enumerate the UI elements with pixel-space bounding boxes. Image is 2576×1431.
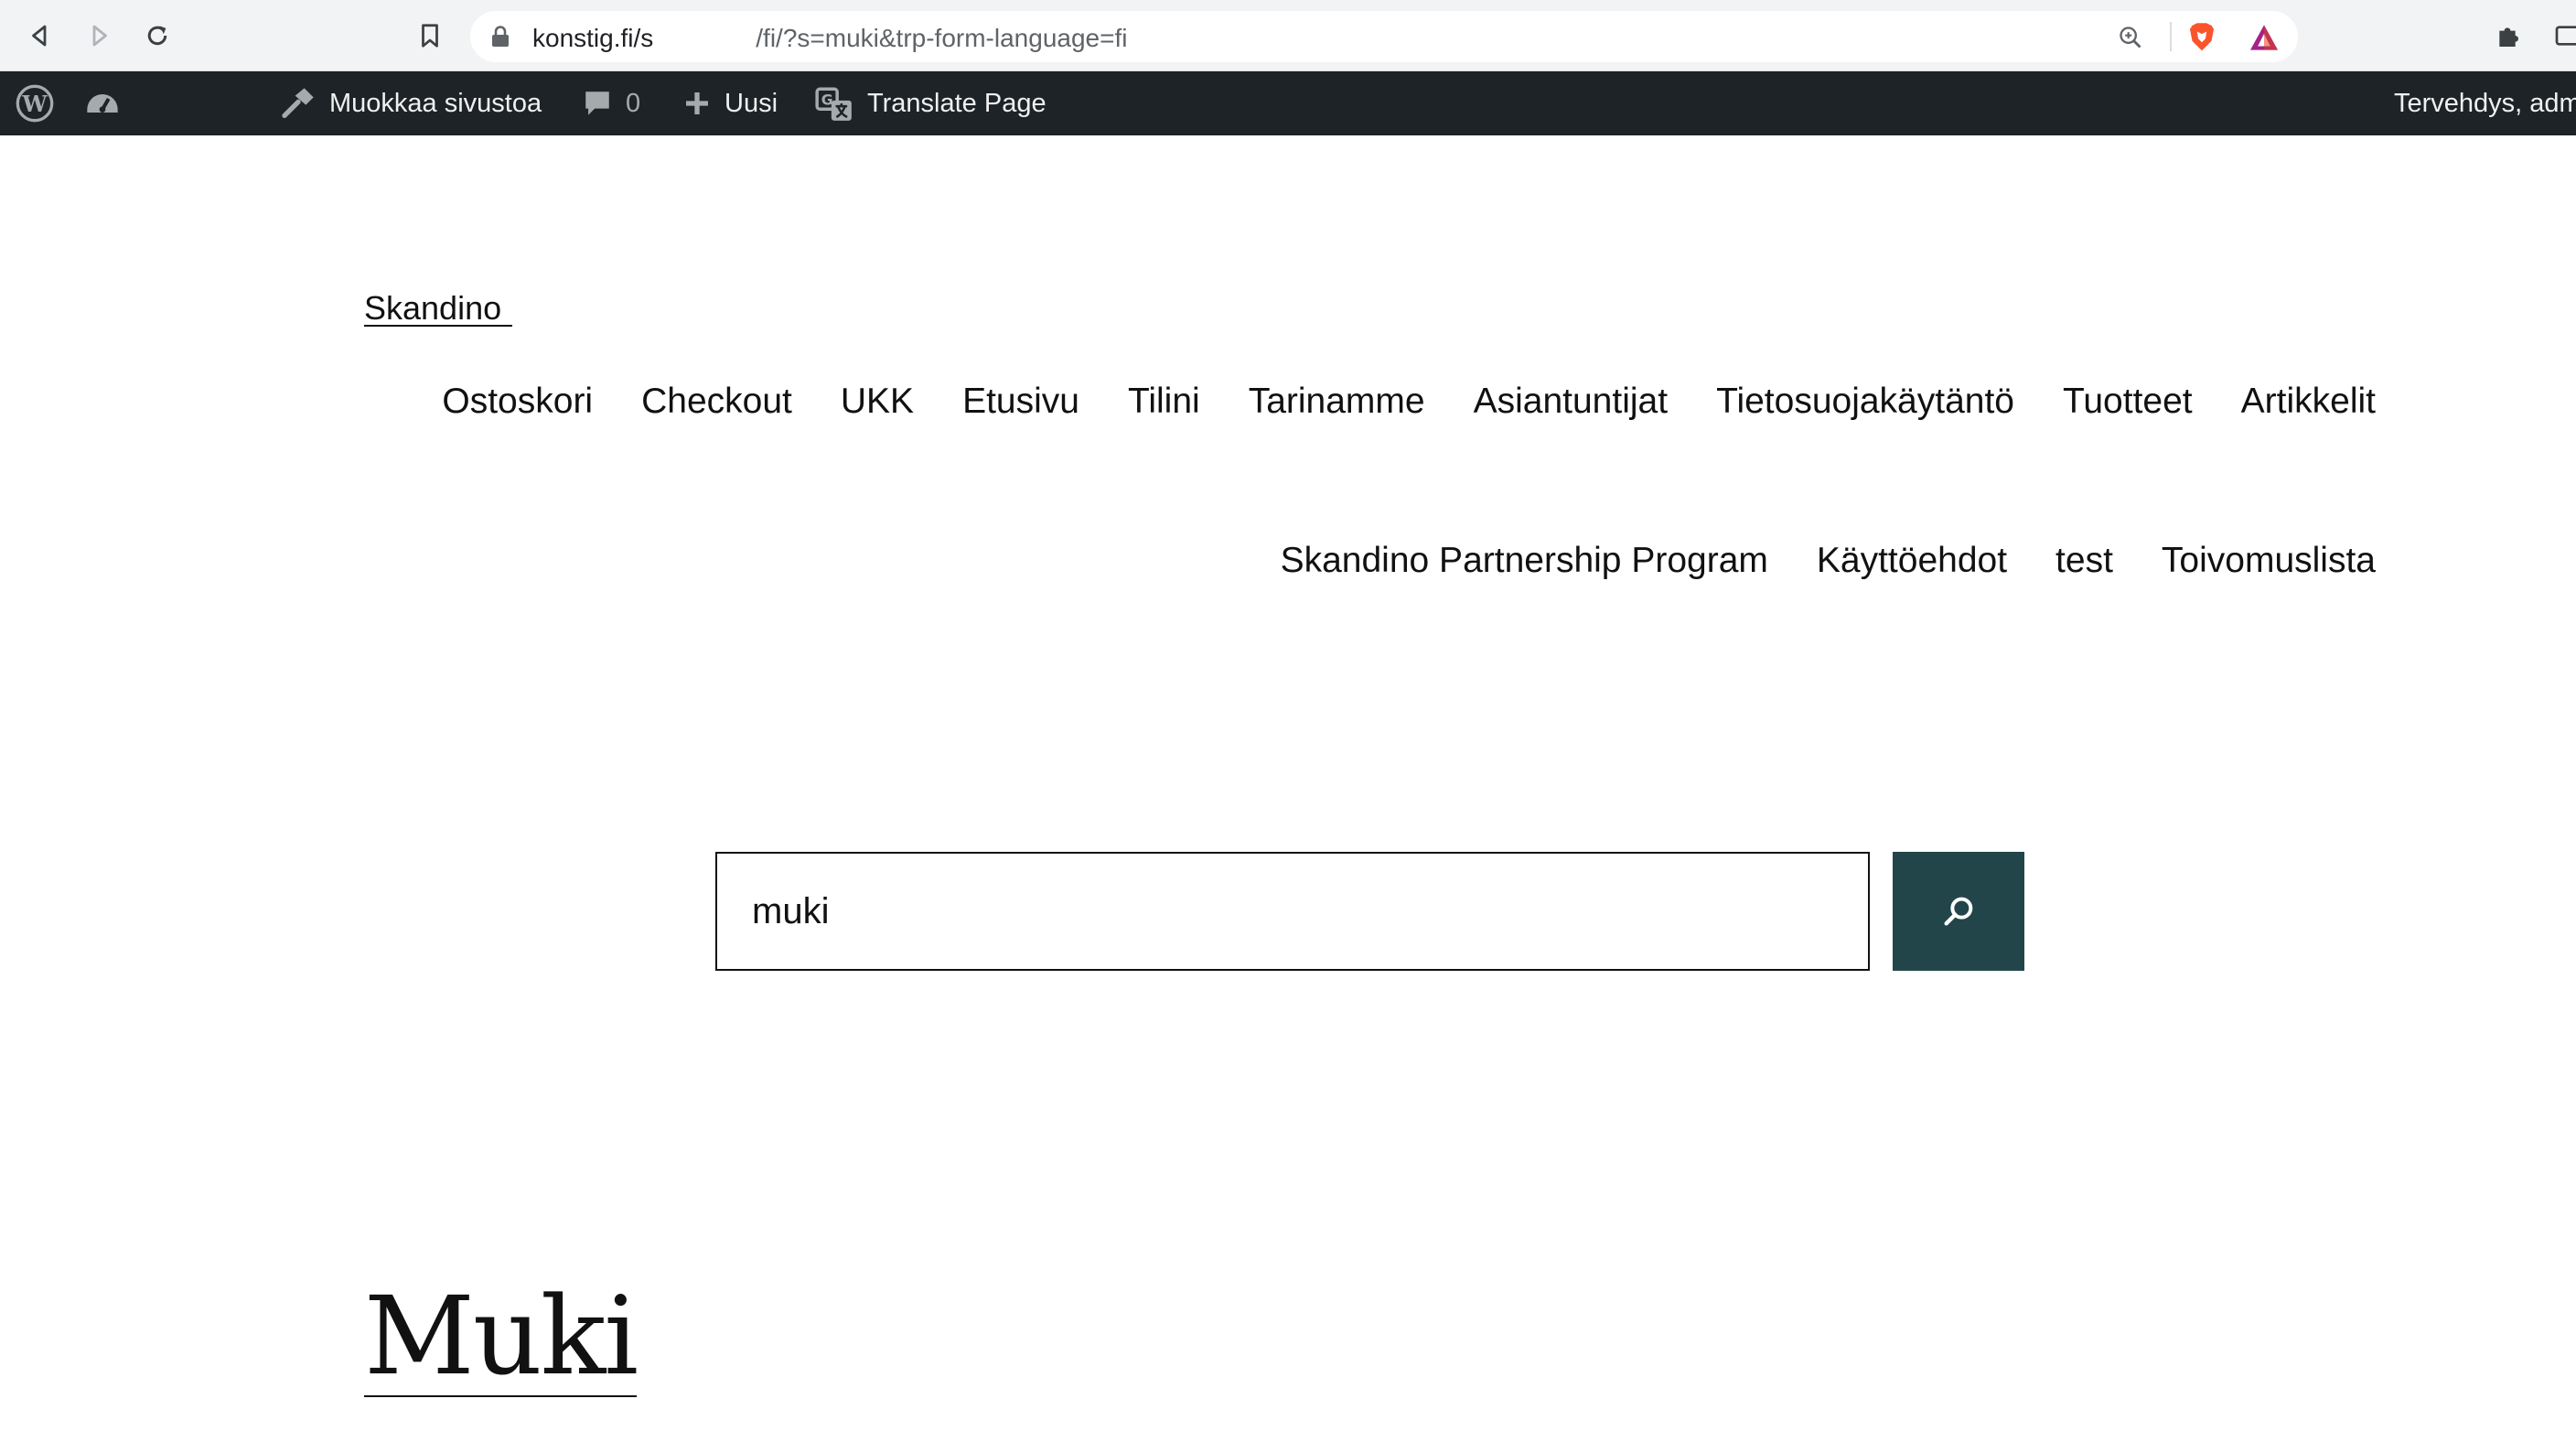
nav-item-toivomuslista[interactable]: Toivomuslista <box>2162 534 2376 587</box>
bookmark-icon <box>422 24 438 48</box>
translate-page-link[interactable]: G Translate Page <box>814 71 1046 135</box>
back-button[interactable] <box>17 13 63 59</box>
search-input[interactable] <box>715 852 1870 971</box>
lock-icon <box>492 26 509 47</box>
bookmark-button[interactable] <box>407 13 453 59</box>
window-button[interactable] <box>2549 16 2576 55</box>
nav-item-ukk[interactable]: UKK <box>841 375 914 428</box>
brave-rewards-button[interactable] <box>2249 22 2280 53</box>
search-submit-button[interactable] <box>1893 852 2024 971</box>
address-bar[interactable]: konstig.fi/s/fi/?s=muki&trp-form-languag… <box>470 11 2298 62</box>
plus-icon <box>686 92 708 114</box>
nav-item-tietosuojakaytanto[interactable]: Tietosuojakäytäntö <box>1716 375 2014 428</box>
forward-arrow-icon <box>92 25 107 47</box>
dashboard-button[interactable] <box>84 71 121 135</box>
back-arrow-icon <box>32 25 47 47</box>
svg-text:G: G <box>821 91 833 109</box>
url-host: konstig.fi/s <box>532 24 654 52</box>
svg-text:W: W <box>21 91 48 117</box>
dashboard-gauge-icon <box>87 94 118 113</box>
comments-link[interactable]: 0 <box>582 71 640 135</box>
comments-count: 0 <box>626 88 641 118</box>
url-divider <box>2170 22 2172 51</box>
forward-button[interactable] <box>76 13 122 59</box>
nav-item-tarinamme[interactable]: Tarinamme <box>1249 375 1425 428</box>
my-account-link[interactable]: Tervehdys, adm <box>2394 71 2576 135</box>
reload-button[interactable] <box>134 13 180 59</box>
site-title-link[interactable]: Skandino <box>364 274 512 327</box>
wordpress-logo-icon: W <box>16 84 54 123</box>
nav-item-partnership-program[interactable]: Skandino Partnership Program <box>1281 534 1768 587</box>
wp-admin-bar: W Muokkaa sivustoa 0 Uusi G Translate Pa… <box>0 71 2576 135</box>
brave-shields-button[interactable] <box>2186 22 2217 53</box>
translate-icon: G <box>815 87 852 121</box>
brave-rewards-triangle-icon <box>2250 25 2278 50</box>
search-icon <box>1944 897 1973 926</box>
nav-item-kayttoehdot[interactable]: Käyttöehdot <box>1817 534 2007 587</box>
url-text: konstig.fi/s/fi/?s=muki&trp-form-languag… <box>532 24 1127 53</box>
zoom-icon <box>2120 27 2141 48</box>
extensions-button[interactable] <box>2490 16 2528 55</box>
edit-site-label: Muokkaa sivustoa <box>329 88 542 118</box>
nav-item-checkout[interactable]: Checkout <box>641 375 792 428</box>
edit-site-link[interactable]: Muokkaa sivustoa <box>280 71 542 135</box>
comment-bubble-icon <box>585 91 609 115</box>
puzzle-piece-icon <box>2499 27 2518 47</box>
site-title-text: Skandino <box>364 289 502 327</box>
nav-item-tuotteet[interactable]: Tuotteet <box>2063 375 2193 428</box>
nav-item-asiantuntijat[interactable]: Asiantuntijat <box>1474 375 1668 428</box>
reload-icon <box>147 26 167 46</box>
nav-item-etusivu[interactable]: Etusivu <box>962 375 1079 428</box>
translate-page-label: Translate Page <box>867 88 1046 118</box>
greeting-label: Tervehdys, adm <box>2394 88 2576 118</box>
browser-toolbar: konstig.fi/s/fi/?s=muki&trp-form-languag… <box>0 0 2576 71</box>
nav-item-tilini[interactable]: Tilini <box>1128 375 1200 428</box>
edit-hammer-icon <box>282 88 314 118</box>
new-content-link[interactable]: Uusi <box>682 71 778 135</box>
new-content-label: Uusi <box>724 88 778 118</box>
window-icon <box>2555 26 2576 46</box>
zoom-button[interactable] <box>2115 22 2146 53</box>
brave-lion-icon <box>2189 23 2215 51</box>
wp-logo-button[interactable]: W <box>15 71 55 135</box>
nav-item-ostoskori[interactable]: Ostoskori <box>442 375 593 428</box>
nav-item-artikkelit[interactable]: Artikkelit <box>2241 375 2376 428</box>
result-title-link[interactable]: Muki <box>364 1276 639 1397</box>
url-path: /fi/?s=muki&trp-form-language=fi <box>756 24 1128 52</box>
primary-navigation: Ostoskori Checkout UKK Etusivu Tilini Ta… <box>290 375 2376 587</box>
nav-item-test[interactable]: test <box>2055 534 2113 587</box>
